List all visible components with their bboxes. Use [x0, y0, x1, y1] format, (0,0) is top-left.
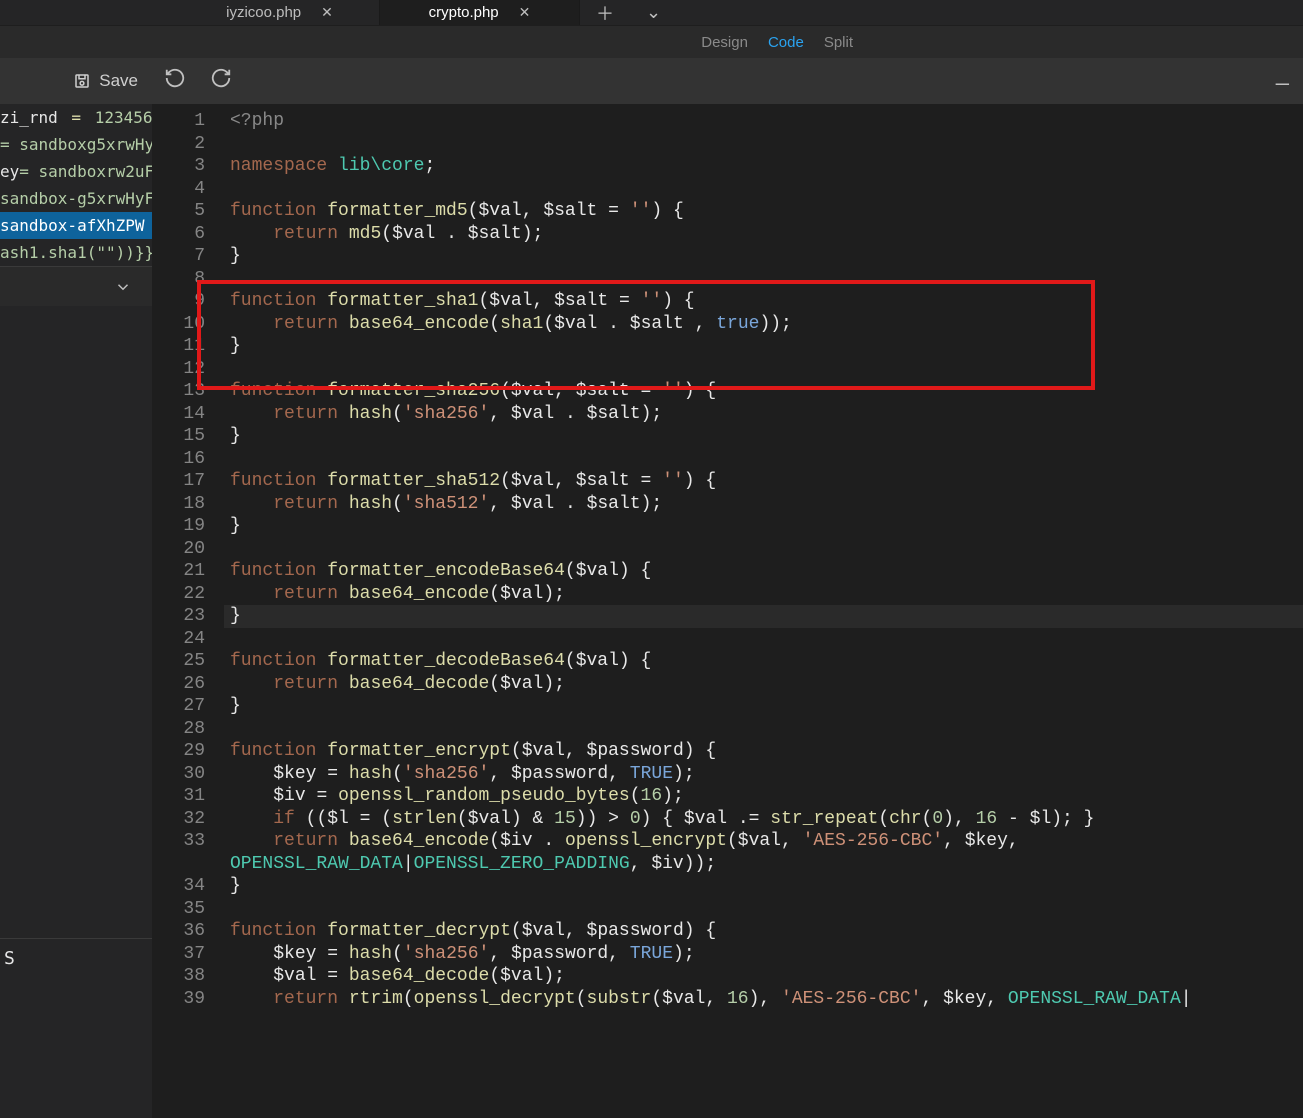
code-line[interactable]: namespace lib\core;	[224, 155, 1303, 178]
tab-label: iyzicoo.php	[226, 4, 301, 21]
code-line[interactable]: function formatter_encodeBase64($val) {	[224, 560, 1303, 583]
code-line[interactable]: return base64_encode($val);	[224, 583, 1303, 606]
code-line[interactable]	[224, 268, 1303, 291]
code-line[interactable]	[224, 133, 1303, 156]
variable-item[interactable]: sandbox-g5xrwHyFo	[0, 185, 152, 212]
code-line[interactable]: function formatter_encrypt($val, $passwo…	[224, 740, 1303, 763]
code-line[interactable]: $iv = openssl_random_pseudo_bytes(16);	[224, 785, 1303, 808]
code-line[interactable]: $key = hash('sha256', $password, TRUE);	[224, 763, 1303, 786]
code-line[interactable]: }	[224, 425, 1303, 448]
undo-button[interactable]	[152, 67, 198, 95]
view-code[interactable]: Code	[768, 34, 804, 51]
variable-item[interactable]: sandbox-afXhZPW	[0, 212, 152, 239]
variable-item[interactable]: = sandboxg5xrwHyF	[0, 131, 152, 158]
tab-label: crypto.php	[429, 4, 499, 21]
view-bar: Design Code Split	[0, 26, 1303, 58]
code-line[interactable]: $val = base64_decode($val);	[224, 965, 1303, 988]
code-line[interactable]	[224, 358, 1303, 381]
code-line[interactable]: $key = hash('sha256', $password, TRUE);	[224, 943, 1303, 966]
code-line[interactable]: return base64_decode($val);	[224, 673, 1303, 696]
save-label: Save	[99, 71, 138, 91]
variables-list: zi_rnd = 123456789= sandboxg5xrwHyFey= s…	[0, 104, 152, 266]
side-toolbar: Save	[0, 58, 152, 104]
code-line[interactable]: return rtrim(openssl_decrypt(substr($val…	[224, 988, 1303, 1011]
code-area[interactable]: <?php namespace lib\core; function forma…	[224, 58, 1303, 1118]
code-line[interactable]: return base64_encode(sha1($val . $salt ,…	[224, 313, 1303, 336]
code-line[interactable]: }	[224, 605, 1303, 628]
code-line[interactable]: return hash('sha256', $val . $salt);	[224, 403, 1303, 426]
variable-item[interactable]: ash1.sha1(""))}}	[0, 239, 152, 266]
code-line[interactable]	[224, 628, 1303, 651]
view-design[interactable]: Design	[701, 34, 748, 51]
code-line[interactable]	[224, 718, 1303, 741]
code-line[interactable]: }	[224, 695, 1303, 718]
code-line[interactable]: function formatter_sha1($val, $salt = ''…	[224, 290, 1303, 313]
new-tab-button[interactable]: ＋	[580, 0, 630, 26]
code-line[interactable]: }	[224, 875, 1303, 898]
side-panel: Save zi_rnd = 123456789= sandboxg5xrwHyF…	[0, 58, 152, 1118]
variable-item[interactable]: ey= sandboxrw2uFY	[0, 158, 152, 185]
code-line[interactable]: return hash('sha512', $val . $salt);	[224, 493, 1303, 516]
variable-item[interactable]: zi_rnd = 123456789	[0, 104, 152, 131]
save-icon[interactable]: Save	[73, 71, 138, 91]
code-editor[interactable]: — 12345678910111213141516171819202122232…	[152, 58, 1303, 1118]
close-icon[interactable]: ✕	[519, 4, 531, 21]
view-split[interactable]: Split	[824, 34, 853, 51]
tab-bar: iyzicoo.php ✕ crypto.php ✕ ＋ ⌄	[0, 0, 1303, 26]
code-line[interactable]: function formatter_sha256($val, $salt = …	[224, 380, 1303, 403]
code-line[interactable]: function formatter_decrypt($val, $passwo…	[224, 920, 1303, 943]
code-line[interactable]: function formatter_sha512($val, $salt = …	[224, 470, 1303, 493]
code-line[interactable]: }	[224, 335, 1303, 358]
line-gutter: 1234567891011121314151617181920212223242…	[152, 58, 224, 1118]
code-line[interactable]: }	[224, 245, 1303, 268]
code-line[interactable]: function formatter_decodeBase64($val) {	[224, 650, 1303, 673]
code-line[interactable]	[224, 538, 1303, 561]
tab-iyzicoo[interactable]: iyzicoo.php ✕	[180, 0, 380, 25]
code-line[interactable]: if (($l = (strlen($val) & 15)) > 0) { $v…	[224, 808, 1303, 831]
tab-overflow-button[interactable]: ⌄	[630, 2, 677, 23]
code-line[interactable]: }	[224, 515, 1303, 538]
close-icon[interactable]: ✕	[321, 4, 333, 21]
collapse-toggle[interactable]	[0, 266, 152, 306]
tab-crypto[interactable]: crypto.php ✕	[380, 0, 580, 25]
code-line[interactable]: return md5($val . $salt);	[224, 223, 1303, 246]
code-line[interactable]: <?php	[224, 110, 1303, 133]
code-line[interactable]	[224, 898, 1303, 921]
code-line[interactable]: function formatter_md5($val, $salt = '')…	[224, 200, 1303, 223]
bottom-status: S	[0, 938, 152, 978]
code-line[interactable]	[224, 448, 1303, 471]
code-line[interactable]	[224, 178, 1303, 201]
